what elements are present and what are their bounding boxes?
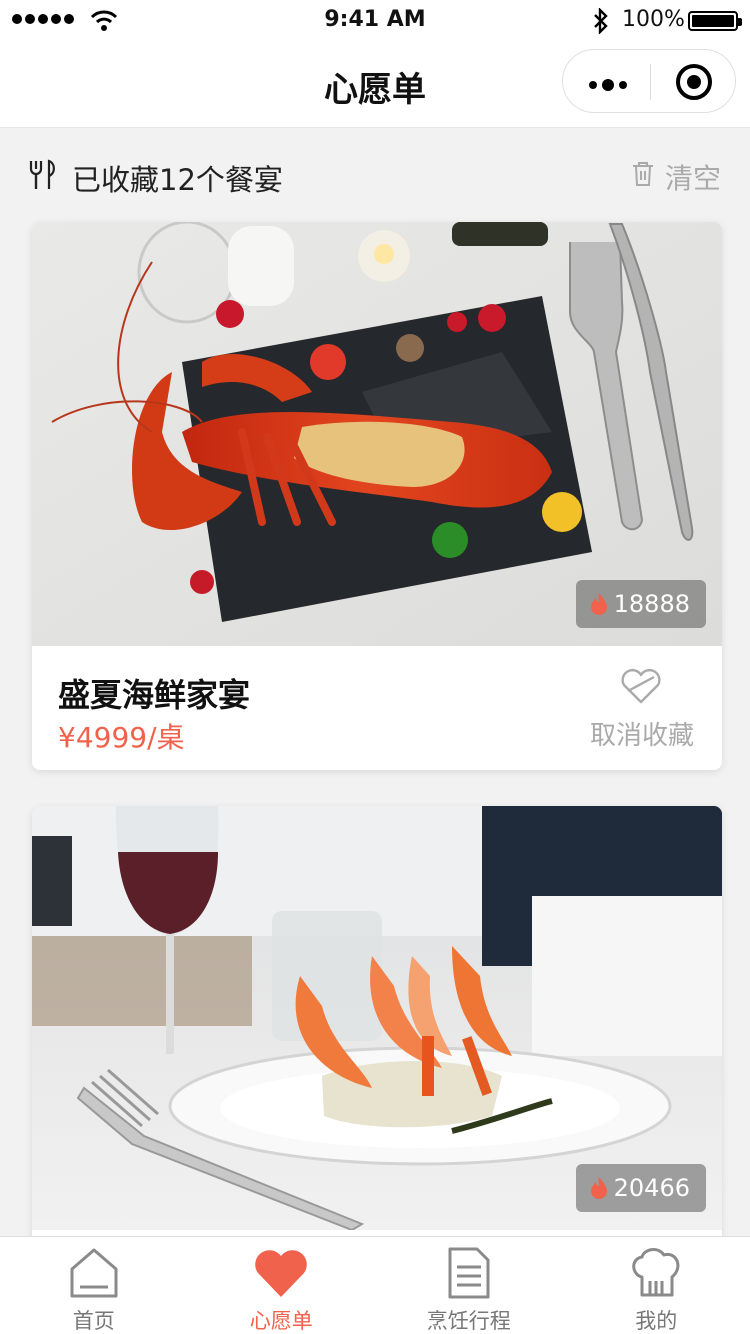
chef-hat-icon xyxy=(632,1248,680,1297)
home-icon xyxy=(70,1248,118,1298)
favorites-count: 已收藏12个餐宴 xyxy=(72,163,283,197)
flame-icon xyxy=(590,593,607,615)
navigation-bar: 心愿单 xyxy=(0,40,750,128)
banquet-price: ¥4999/桌 xyxy=(58,721,185,754)
capsule-divider xyxy=(650,64,651,100)
banquet-photo-lobster: 18888 xyxy=(32,222,722,646)
unfavorite-button[interactable]: 取消收藏 xyxy=(586,667,698,751)
banquet-photo-shrimp: 20466 xyxy=(32,806,722,1230)
battery-percentage: 100% xyxy=(622,7,685,32)
broken-heart-icon xyxy=(621,668,661,704)
more-menu-button[interactable] xyxy=(589,79,627,91)
mini-program-capsule xyxy=(562,49,736,113)
tab-label: 我的 xyxy=(635,1309,678,1333)
popularity-badge: 18888 xyxy=(575,580,706,628)
tab-profile[interactable]: 我的 xyxy=(563,1237,750,1334)
banquet-title: 盛夏海鲜家宴 xyxy=(58,676,251,714)
bluetooth-icon xyxy=(594,8,608,34)
popularity-count: 18888 xyxy=(613,590,690,618)
document-icon xyxy=(448,1247,490,1299)
tab-label: 烹饪行程 xyxy=(426,1309,511,1333)
tab-bar: 首页 心愿单 烹饪行程 我的 xyxy=(0,1236,750,1334)
popularity-badge: 20466 xyxy=(575,1164,706,1212)
flame-icon xyxy=(590,1177,607,1199)
favorites-header: 已收藏12个餐宴 清空 xyxy=(0,129,750,219)
banquet-card[interactable]: 18888 盛夏海鲜家宴 ¥4999/桌 取消收藏 xyxy=(32,222,722,770)
heart-icon xyxy=(255,1250,308,1297)
popularity-count: 20466 xyxy=(613,1174,690,1202)
unfavorite-label: 取消收藏 xyxy=(589,721,694,751)
utensils-icon xyxy=(29,159,55,189)
tab-cooking-schedule[interactable]: 烹饪行程 xyxy=(375,1237,563,1334)
tab-label: 首页 xyxy=(72,1309,115,1333)
close-mini-program-button[interactable] xyxy=(676,64,712,100)
trash-icon[interactable] xyxy=(632,161,654,187)
tab-label: 心愿单 xyxy=(249,1309,313,1333)
tab-home[interactable]: 首页 xyxy=(0,1237,188,1334)
status-bar: 9:41 AM 100% xyxy=(0,0,750,40)
clear-all-button[interactable]: 清空 xyxy=(665,157,721,197)
battery-icon xyxy=(688,11,742,31)
tab-wishlist[interactable]: 心愿单 xyxy=(188,1237,376,1334)
